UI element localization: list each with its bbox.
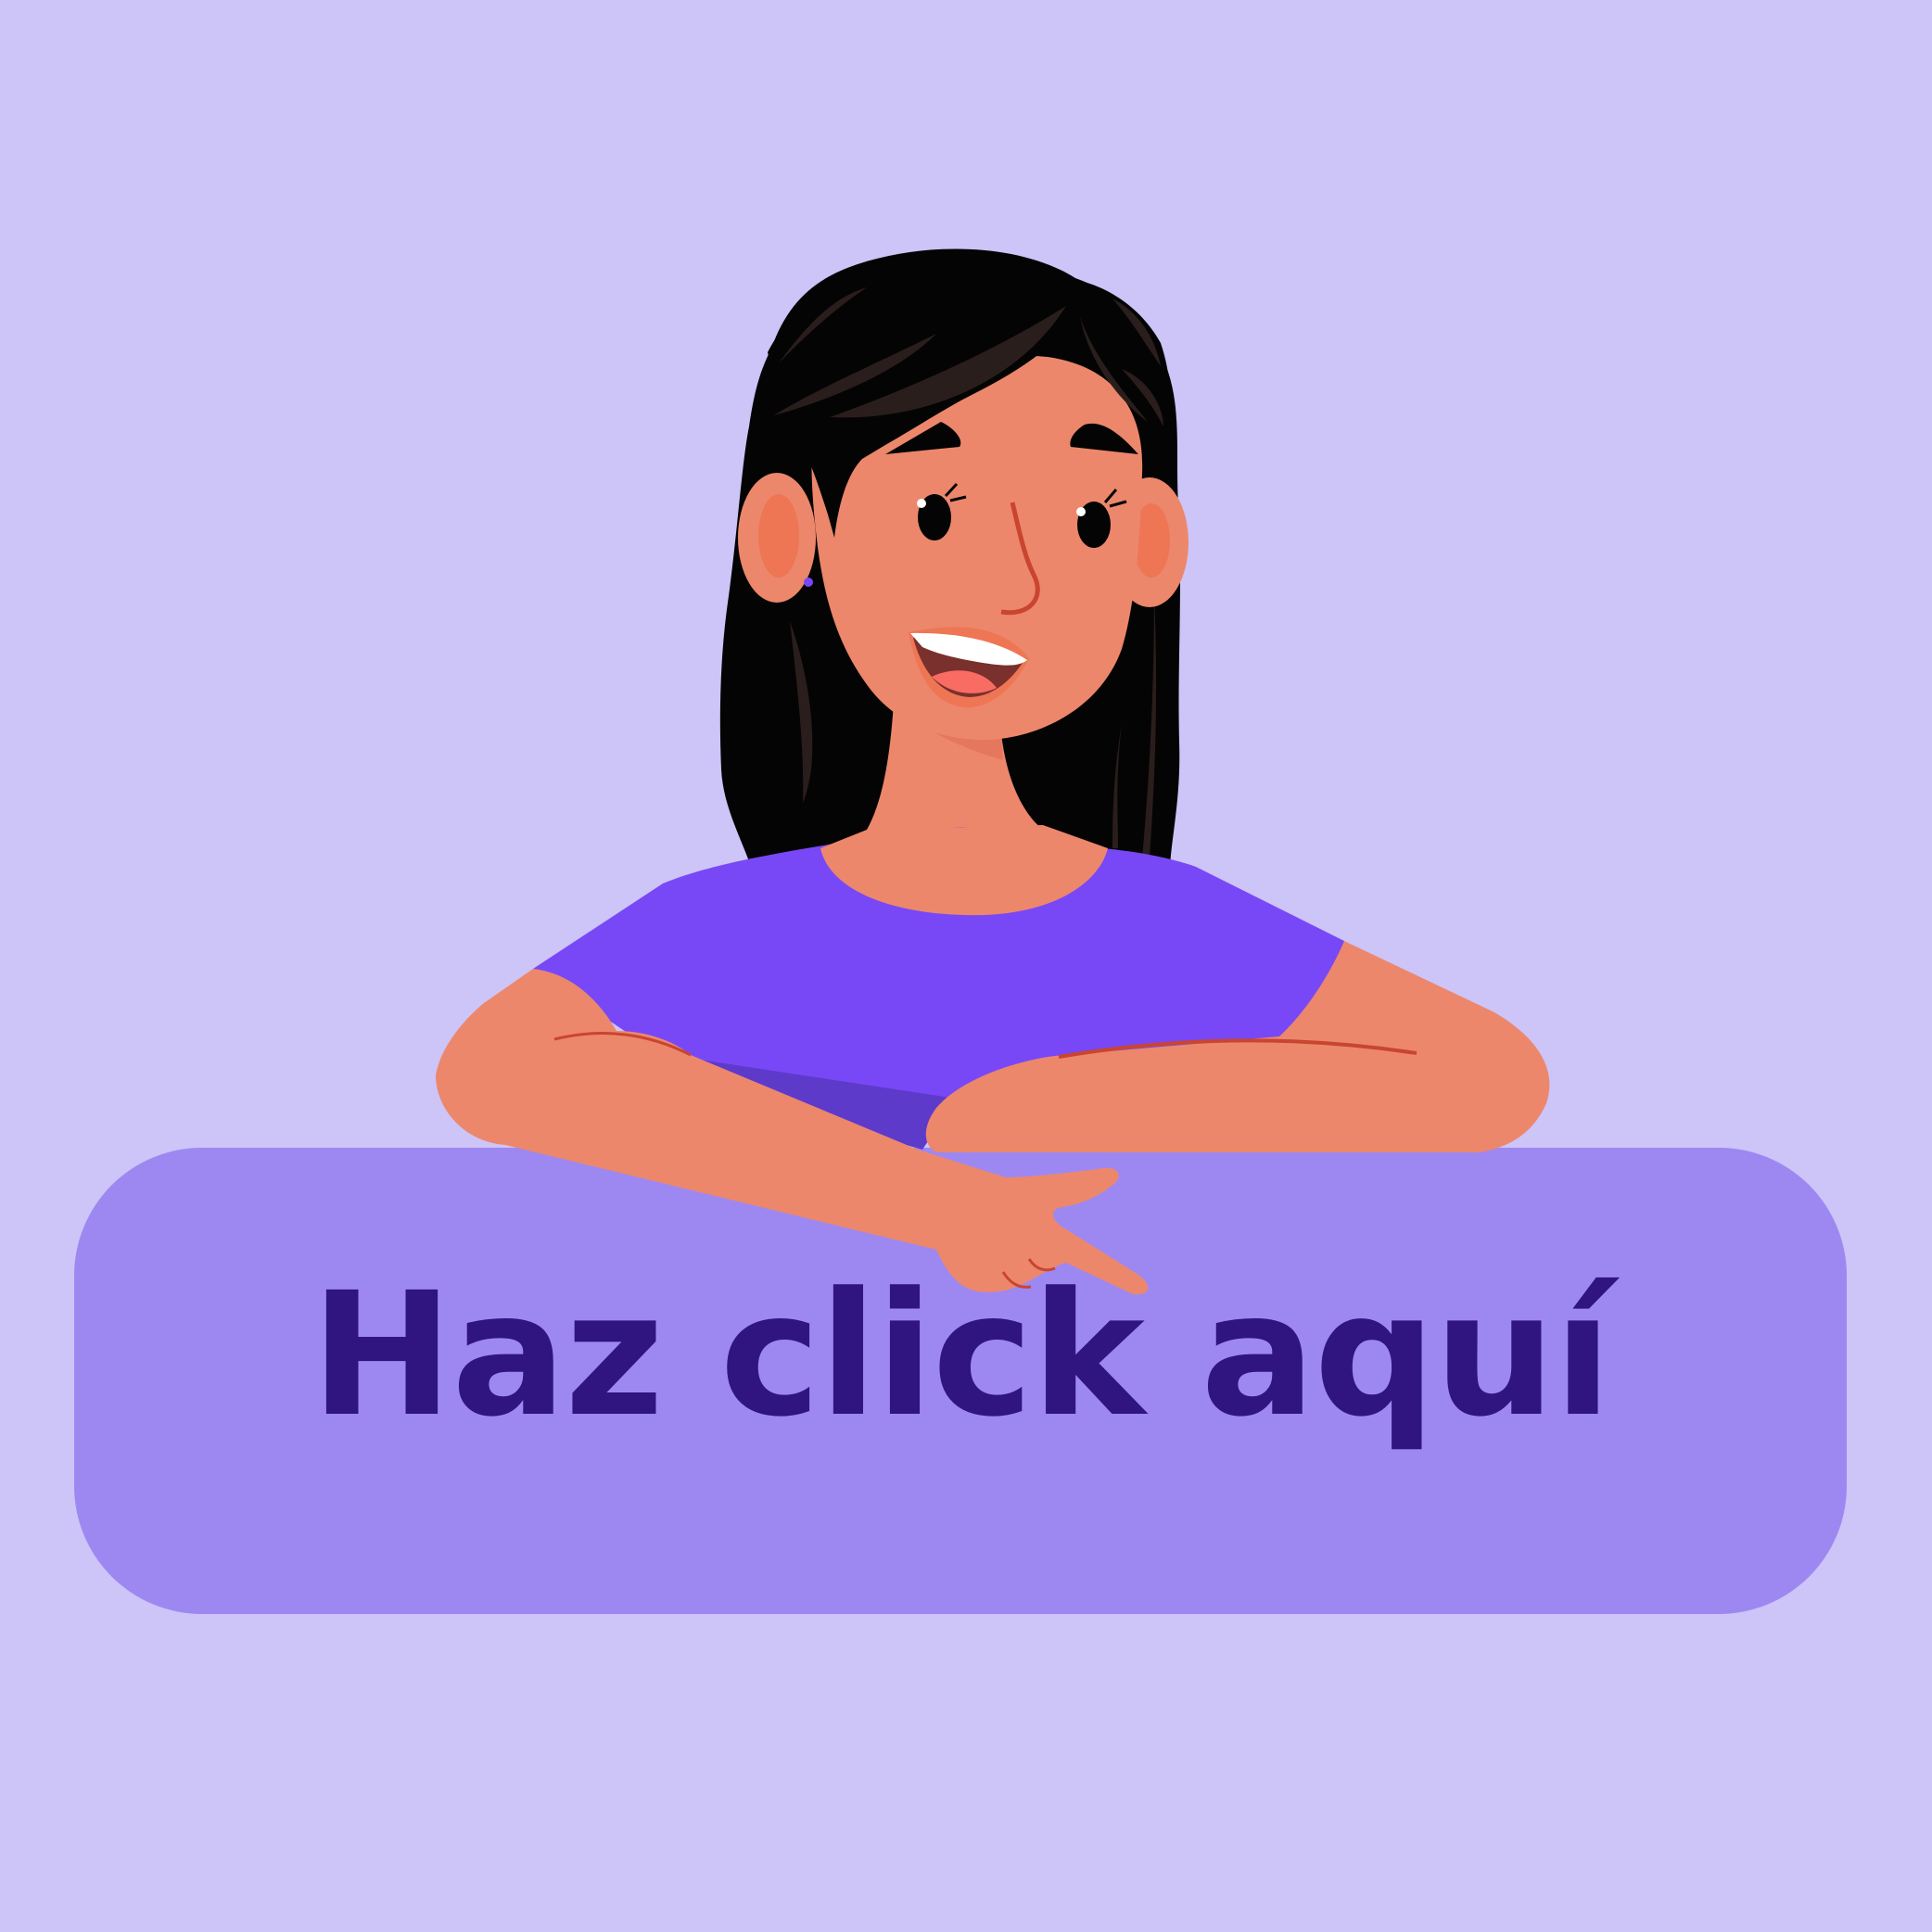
neckline xyxy=(820,825,1108,916)
hair-highlight xyxy=(830,306,1066,418)
hair-highlight xyxy=(774,334,936,415)
face xyxy=(811,354,1143,741)
mouth-inner xyxy=(913,638,1024,697)
right-eyebrow xyxy=(1070,423,1138,454)
hair-highlight xyxy=(1112,299,1161,366)
hair-back xyxy=(719,248,1180,867)
right-arm xyxy=(925,941,1550,1152)
arm-crease xyxy=(1058,1038,1417,1059)
hair-highlight xyxy=(1080,317,1148,422)
neck xyxy=(867,686,1043,830)
left-eyelash xyxy=(944,482,967,502)
left-eye xyxy=(918,494,951,540)
mouth xyxy=(909,627,1029,708)
left-ear-inner xyxy=(758,494,799,578)
haz-click-button[interactable]: Haz click aquí xyxy=(74,1148,1847,1614)
nose xyxy=(1000,502,1040,616)
hair-highlight xyxy=(779,287,867,363)
left-ear xyxy=(738,473,816,603)
right-eye xyxy=(1077,502,1111,548)
hair-strand xyxy=(1142,593,1157,858)
left-eye-glint xyxy=(917,499,926,508)
hair-highlight xyxy=(1122,369,1163,426)
right-ear-inner xyxy=(1133,503,1170,578)
hair-bangs xyxy=(768,253,1170,538)
tongue xyxy=(932,670,997,693)
shirt-shadow xyxy=(681,1057,957,1150)
left-earring xyxy=(804,578,813,587)
haz-click-button-label: Haz click aquí xyxy=(311,1255,1612,1455)
scene: Haz click aquí xyxy=(0,0,1932,1932)
right-eye-glint xyxy=(1076,507,1086,516)
right-eyelash xyxy=(1103,489,1127,508)
woman-illustration xyxy=(436,248,1550,1295)
left-eyebrow xyxy=(885,422,961,454)
hair-strand xyxy=(1112,723,1122,848)
neck-shadow xyxy=(892,700,1003,760)
right-ear xyxy=(1111,477,1188,607)
arm-crease xyxy=(553,1032,692,1057)
teeth xyxy=(910,632,1027,666)
hair-strand xyxy=(790,621,813,803)
shirt xyxy=(533,827,1344,1136)
